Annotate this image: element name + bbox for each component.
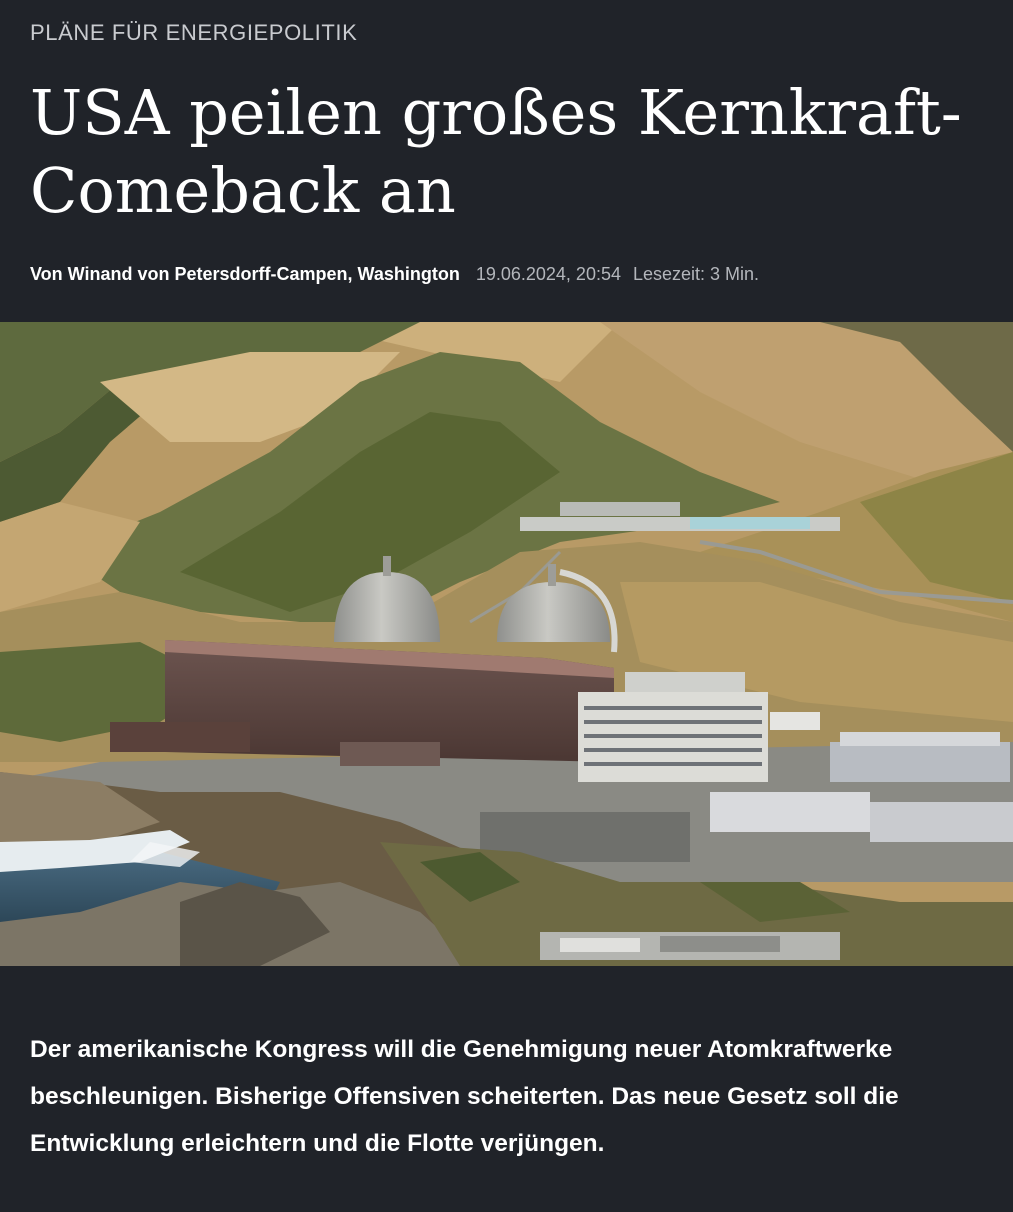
article-teaser: Der amerikanische Kongress will die Gene… xyxy=(30,1036,899,1157)
hero-image-illustration xyxy=(0,322,1013,966)
article-headline: USA peilen großes Kernkraft-Comeback an xyxy=(30,76,962,227)
article-kicker: PLÄNE FÜR ENERGIEPOLITIK xyxy=(30,20,358,45)
reading-time: Lesezeit: 3 Min. xyxy=(632,264,760,284)
publish-date: 19.06.2024, 20:54 xyxy=(475,264,621,284)
hero-image xyxy=(0,322,1013,966)
article-page: PLÄNE FÜR ENERGIEPOLITIK USA peilen groß… xyxy=(0,0,1013,1212)
author-link[interactable]: Von Winand von Petersdorff-Campen, Washi… xyxy=(30,264,460,285)
article-byline: Von Winand von Petersdorff-Campen, Washi… xyxy=(30,264,759,285)
